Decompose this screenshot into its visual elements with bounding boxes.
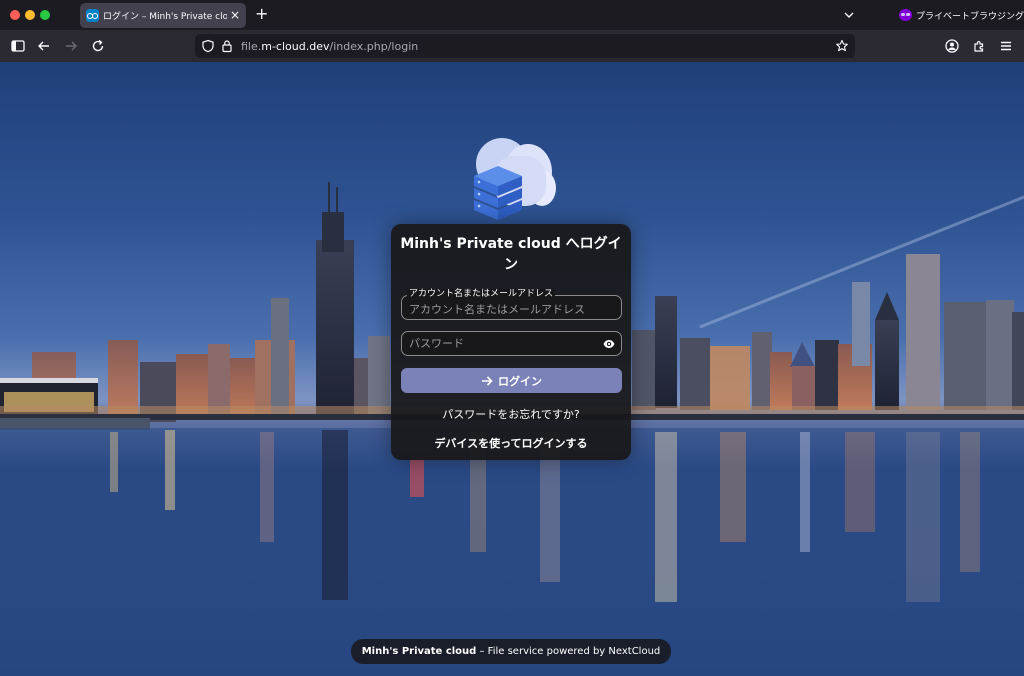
eye-icon[interactable] — [603, 338, 615, 350]
extensions-icon[interactable] — [971, 38, 987, 54]
url-text[interactable]: file.m-cloud.dev/index.php/login — [241, 40, 418, 53]
footer-brand: Minh's Private cloud — [361, 646, 477, 657]
star-icon[interactable] — [835, 39, 849, 53]
footer-tagline: – File service powered by NextCloud — [476, 646, 661, 657]
minimize-window-button[interactable] — [25, 10, 35, 20]
account-icon[interactable] — [944, 38, 960, 54]
login-title: Minh's Private cloud へログイン — [400, 236, 622, 273]
forward-icon[interactable] — [63, 38, 79, 54]
username-input[interactable] — [402, 296, 621, 319]
login-button-label: ログイン — [498, 374, 542, 388]
tab-title: ログイン – Minh's Private cloud — [103, 12, 227, 22]
password-field[interactable] — [401, 331, 622, 356]
arrow-right-icon — [482, 375, 493, 386]
forgot-password-link[interactable]: パスワードをお忘れですか? — [391, 406, 631, 422]
new-tab-button[interactable]: + — [255, 5, 268, 23]
password-input[interactable] — [402, 332, 621, 355]
tab-close-button[interactable]: × — [230, 7, 240, 23]
url-domain: m-cloud.dev — [261, 40, 330, 53]
close-window-button[interactable] — [10, 10, 20, 20]
tab-bar: ログイン – Minh's Private cloud × + プライベートブラ… — [0, 0, 1024, 30]
login-form: Minh's Private cloud へログイン アカウント名またはメールア… — [391, 224, 631, 460]
menu-icon[interactable] — [998, 38, 1014, 54]
private-browsing-label: プライベートブラウジング — [916, 12, 1024, 22]
reload-icon[interactable] — [90, 38, 106, 54]
url-path: /index.php/login — [329, 40, 419, 53]
private-browsing-icon — [899, 9, 912, 21]
device-login-link[interactable]: デバイスを使ってログインする — [391, 435, 631, 451]
nextcloud-favicon-icon — [86, 9, 99, 22]
chevron-down-icon[interactable] — [842, 8, 856, 22]
zoom-window-button[interactable] — [40, 10, 50, 20]
footer: Minh's Private cloud – File service powe… — [351, 639, 671, 664]
tab-login[interactable]: ログイン – Minh's Private cloud × — [80, 3, 246, 28]
login-page: Minh's Private cloud へログイン アカウント名またはメールア… — [0, 62, 1024, 676]
sidebar-icon[interactable] — [10, 38, 26, 54]
username-field[interactable]: アカウント名またはメールアドレス — [401, 289, 622, 320]
shield-icon[interactable] — [201, 39, 215, 53]
login-button[interactable]: ログイン — [401, 368, 622, 393]
lock-icon[interactable] — [221, 39, 233, 53]
cloud-server-logo-icon — [474, 138, 556, 220]
url-prefix: file. — [241, 40, 262, 53]
back-icon[interactable] — [36, 38, 52, 54]
url-bar[interactable]: file.m-cloud.dev/index.php/login — [195, 34, 855, 58]
navigation-toolbar: file.m-cloud.dev/index.php/login — [0, 30, 1024, 62]
